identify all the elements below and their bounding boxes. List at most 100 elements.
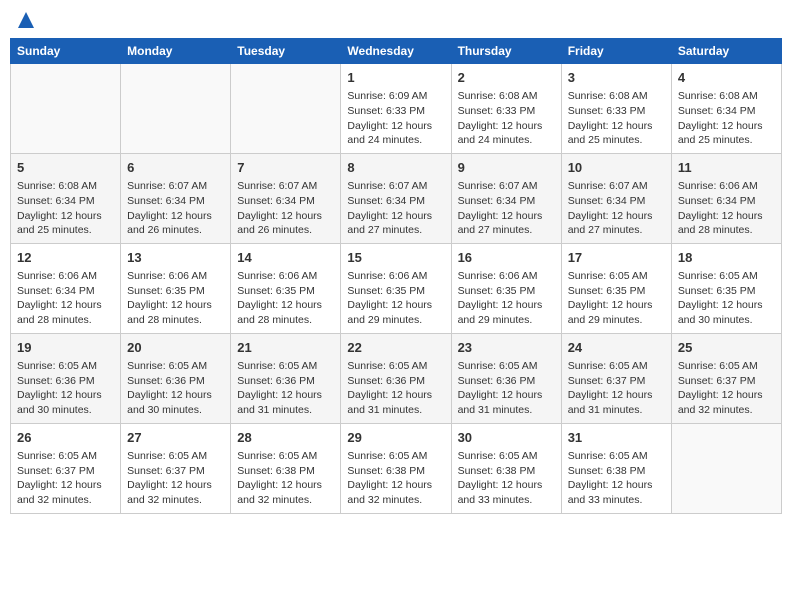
calendar-cell: 17Sunrise: 6:05 AMSunset: 6:35 PMDayligh… [561, 243, 671, 333]
day-number: 22 [347, 339, 444, 357]
day-header-wednesday: Wednesday [341, 39, 451, 64]
daylight-text: Daylight: 12 hours and 27 minutes. [568, 209, 665, 238]
calendar-cell: 24Sunrise: 6:05 AMSunset: 6:37 PMDayligh… [561, 333, 671, 423]
sunset-text: Sunset: 6:36 PM [17, 374, 114, 389]
day-number: 13 [127, 249, 224, 267]
sunrise-text: Sunrise: 6:06 AM [127, 269, 224, 284]
sunset-text: Sunset: 6:34 PM [17, 194, 114, 209]
sunset-text: Sunset: 6:37 PM [17, 464, 114, 479]
daylight-text: Daylight: 12 hours and 33 minutes. [568, 478, 665, 507]
sunset-text: Sunset: 6:36 PM [127, 374, 224, 389]
calendar-cell: 22Sunrise: 6:05 AMSunset: 6:36 PMDayligh… [341, 333, 451, 423]
day-number: 17 [568, 249, 665, 267]
sunrise-text: Sunrise: 6:06 AM [458, 269, 555, 284]
sunrise-text: Sunrise: 6:07 AM [458, 179, 555, 194]
sunrise-text: Sunrise: 6:08 AM [458, 89, 555, 104]
sunrise-text: Sunrise: 6:07 AM [347, 179, 444, 194]
sunset-text: Sunset: 6:36 PM [347, 374, 444, 389]
sunrise-text: Sunrise: 6:05 AM [237, 449, 334, 464]
calendar-cell: 13 Sunrise: 6:06 AMSunset: 6:35 PMDayligh… [121, 243, 231, 333]
day-number: 8 [347, 159, 444, 177]
day-number: 30 [458, 429, 555, 447]
sunrise-text: Sunrise: 6:06 AM [347, 269, 444, 284]
calendar-cell [231, 64, 341, 154]
calendar-cell: 6Sunrise: 6:07 AMSunset: 6:34 PMDaylight… [121, 153, 231, 243]
sunset-text: Sunset: 6:35 PM [127, 284, 224, 299]
calendar-cell: 27Sunrise: 6:05 AMSunset: 6:37 PMDayligh… [121, 423, 231, 513]
sunset-text: Sunset: 6:34 PM [237, 194, 334, 209]
day-number: 9 [458, 159, 555, 177]
calendar-cell: 7Sunrise: 6:07 AMSunset: 6:34 PMDaylight… [231, 153, 341, 243]
calendar-cell: 5Sunrise: 6:08 AMSunset: 6:34 PMDaylight… [11, 153, 121, 243]
sunrise-text: Sunrise: 6:05 AM [347, 359, 444, 374]
sunrise-text: Sunrise: 6:08 AM [568, 89, 665, 104]
sunset-text: Sunset: 6:35 PM [458, 284, 555, 299]
daylight-text: Daylight: 12 hours and 32 minutes. [127, 478, 224, 507]
day-number: 25 [678, 339, 775, 357]
sunrise-text: Sunrise: 6:05 AM [347, 449, 444, 464]
calendar-table: SundayMondayTuesdayWednesdayThursdayFrid… [10, 38, 782, 514]
sunrise-text: Sunrise: 6:08 AM [678, 89, 775, 104]
sunrise-text: Sunrise: 6:06 AM [237, 269, 334, 284]
day-number: 26 [17, 429, 114, 447]
sunset-text: Sunset: 6:38 PM [568, 464, 665, 479]
calendar-cell: 10Sunrise: 6:07 AMSunset: 6:34 PMDayligh… [561, 153, 671, 243]
logo [14, 10, 36, 30]
calendar-cell: 4Sunrise: 6:08 AMSunset: 6:34 PMDaylight… [671, 64, 781, 154]
calendar-cell: 25 Sunrise: 6:05 AMSunset: 6:37 PMDayligh… [671, 333, 781, 423]
daylight-text: Daylight: 12 hours and 26 minutes. [127, 209, 224, 238]
sunset-text: Sunset: 6:37 PM [678, 374, 775, 389]
day-header-tuesday: Tuesday [231, 39, 341, 64]
daylight-text: Daylight: 12 hours and 30 minutes. [127, 388, 224, 417]
daylight-text: Daylight: 12 hours and 28 minutes. [237, 298, 334, 327]
sunset-text: Sunset: 6:34 PM [568, 194, 665, 209]
day-number: 7 [237, 159, 334, 177]
daylight-text: Daylight: 12 hours and 32 minutes. [678, 388, 775, 417]
sunset-text: Sunset: 6:36 PM [237, 374, 334, 389]
daylight-text: Daylight: 12 hours and 33 minutes. [458, 478, 555, 507]
sunrise-text: Sunrise: 6:05 AM [237, 359, 334, 374]
calendar-cell [671, 423, 781, 513]
sunrise-text: Sunrise: 6:05 AM [17, 359, 114, 374]
calendar-cell: 28Sunrise: 6:05 AMSunset: 6:38 PMDayligh… [231, 423, 341, 513]
calendar-cell: 19Sunrise: 6:05 AMSunset: 6:36 PMDayligh… [11, 333, 121, 423]
daylight-text: Daylight: 12 hours and 30 minutes. [17, 388, 114, 417]
sunrise-text: Sunrise: 6:05 AM [678, 359, 775, 374]
daylight-text: Daylight: 12 hours and 25 minutes. [568, 119, 665, 148]
sunset-text: Sunset: 6:34 PM [678, 104, 775, 119]
daylight-text: Daylight: 12 hours and 24 minutes. [347, 119, 444, 148]
daylight-text: Daylight: 12 hours and 31 minutes. [568, 388, 665, 417]
daylight-text: Daylight: 12 hours and 28 minutes. [678, 209, 775, 238]
day-number: 6 [127, 159, 224, 177]
day-number: 14 [237, 249, 334, 267]
daylight-text: Daylight: 12 hours and 28 minutes. [127, 298, 224, 327]
sunset-text: Sunset: 6:34 PM [127, 194, 224, 209]
day-number: 21 [237, 339, 334, 357]
sunrise-text: Sunrise: 6:07 AM [568, 179, 665, 194]
calendar-cell: 11Sunrise: 6:06 AMSunset: 6:34 PMDayligh… [671, 153, 781, 243]
sunrise-text: Sunrise: 6:05 AM [568, 359, 665, 374]
day-number: 3 [568, 69, 665, 87]
calendar-cell: 26Sunrise: 6:05 AMSunset: 6:37 PMDayligh… [11, 423, 121, 513]
day-number: 16 [458, 249, 555, 267]
sunrise-text: Sunrise: 6:06 AM [678, 179, 775, 194]
day-number: 11 [678, 159, 775, 177]
calendar-header-row: SundayMondayTuesdayWednesdayThursdayFrid… [11, 39, 782, 64]
sunset-text: Sunset: 6:35 PM [237, 284, 334, 299]
day-header-thursday: Thursday [451, 39, 561, 64]
sunrise-text: Sunrise: 6:08 AM [17, 179, 114, 194]
daylight-text: Daylight: 12 hours and 29 minutes. [568, 298, 665, 327]
calendar-cell: 29Sunrise: 6:05 AMSunset: 6:38 PMDayligh… [341, 423, 451, 513]
sunrise-text: Sunrise: 6:05 AM [127, 449, 224, 464]
daylight-text: Daylight: 12 hours and 31 minutes. [237, 388, 334, 417]
sunset-text: Sunset: 6:38 PM [458, 464, 555, 479]
sunset-text: Sunset: 6:35 PM [347, 284, 444, 299]
calendar-week-row: 19Sunrise: 6:05 AMSunset: 6:36 PMDayligh… [11, 333, 782, 423]
sunrise-text: Sunrise: 6:05 AM [458, 359, 555, 374]
daylight-text: Daylight: 12 hours and 25 minutes. [17, 209, 114, 238]
sunrise-text: Sunrise: 6:05 AM [678, 269, 775, 284]
day-number: 4 [678, 69, 775, 87]
sunset-text: Sunset: 6:36 PM [458, 374, 555, 389]
day-number: 20 [127, 339, 224, 357]
calendar-cell: 16Sunrise: 6:06 AMSunset: 6:35 PMDayligh… [451, 243, 561, 333]
